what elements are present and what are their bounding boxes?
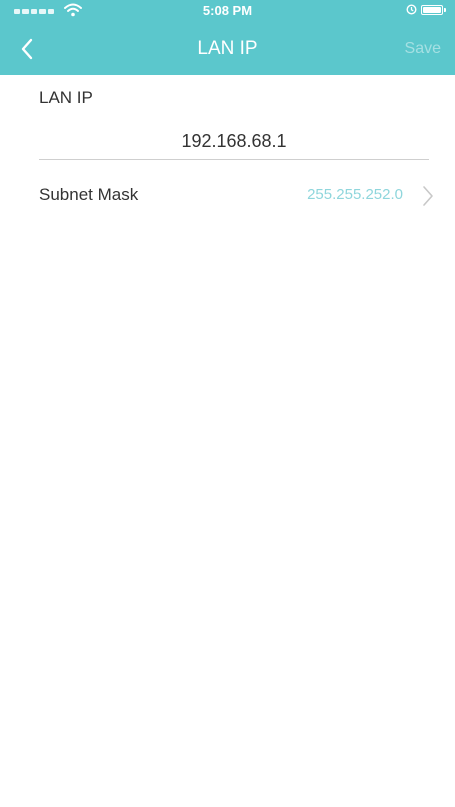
subnet-mask-label: Subnet Mask bbox=[39, 185, 139, 204]
status-time: 5:08 PM bbox=[202, 3, 253, 18]
save-button[interactable]: Save bbox=[405, 22, 441, 75]
page-title: LAN IP bbox=[197, 38, 258, 59]
lan-ip-screen: 5:08 PM LAN IP Save LAN IP Subnet Mask 2… bbox=[0, 0, 455, 807]
lan-ip-input[interactable] bbox=[39, 124, 429, 160]
header: 5:08 PM LAN IP Save bbox=[0, 0, 455, 75]
lan-ip-label: LAN IP bbox=[39, 88, 93, 107]
navigation-bar: LAN IP Save bbox=[0, 22, 455, 75]
chevron-right-icon bbox=[423, 186, 433, 206]
status-bar: 5:08 PM bbox=[0, 0, 455, 22]
battery-icon bbox=[421, 5, 446, 15]
alarm-icon bbox=[406, 4, 417, 15]
subnet-mask-row[interactable]: Subnet Mask 255.255.252.0 bbox=[0, 176, 455, 216]
subnet-mask-value: 255.255.252.0 bbox=[307, 186, 403, 203]
